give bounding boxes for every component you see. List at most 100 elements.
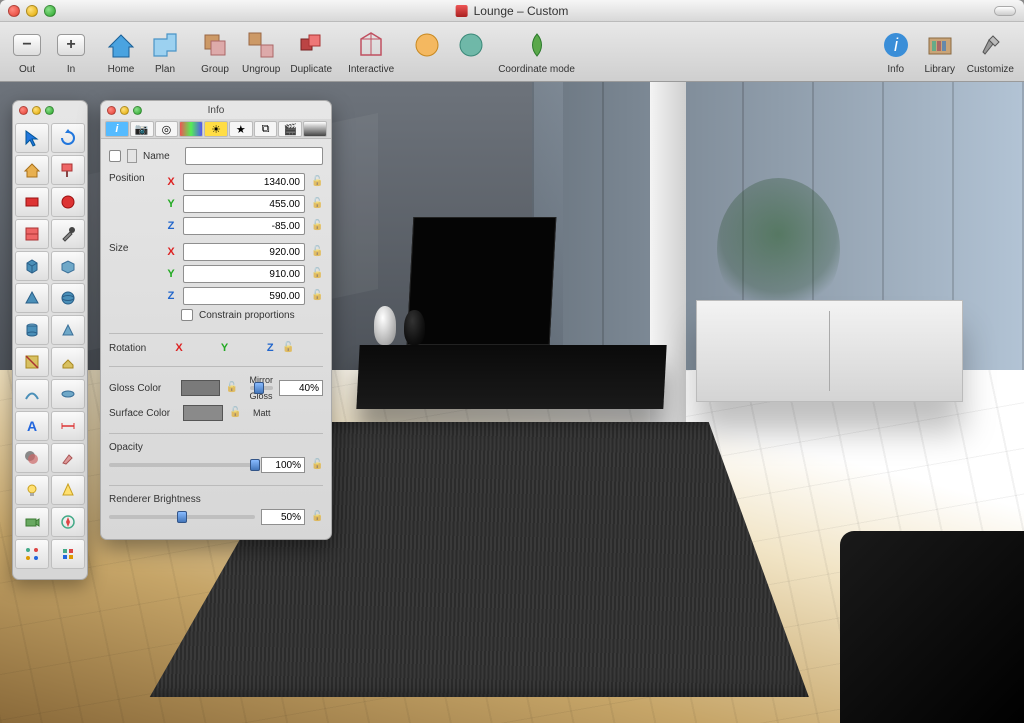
node-tool[interactable] xyxy=(15,539,49,569)
coordinate-mode-button[interactable]: Coordinate mode xyxy=(498,28,575,75)
tab-copy[interactable]: ⧉ xyxy=(254,121,278,137)
lock-icon[interactable]: 🔓 xyxy=(311,290,323,302)
lock-icon[interactable]: 🔓 xyxy=(311,220,323,232)
dimension-tool[interactable] xyxy=(51,411,85,441)
group-button[interactable]: Group xyxy=(198,28,232,75)
house-tool[interactable] xyxy=(15,155,49,185)
surface-color-swatch[interactable] xyxy=(183,405,223,421)
zoom-out-button[interactable]: − Out xyxy=(10,28,44,75)
palette-zoom-button[interactable] xyxy=(45,106,54,115)
tool-palette[interactable]: A xyxy=(12,100,88,580)
compass-tool[interactable] xyxy=(51,507,85,537)
coordinate-teal-button[interactable] xyxy=(454,28,488,75)
opacity-slider[interactable] xyxy=(109,463,255,467)
home-button[interactable]: Home xyxy=(104,28,138,75)
tab-target[interactable]: ◎ xyxy=(155,121,179,137)
paint-tool[interactable] xyxy=(51,155,85,185)
plan-button[interactable]: Plan xyxy=(148,28,182,75)
select-arrow-tool[interactable] xyxy=(15,123,49,153)
tab-info[interactable]: i xyxy=(105,121,129,137)
palette-minimize-button[interactable] xyxy=(32,106,41,115)
position-y-input[interactable] xyxy=(183,195,305,213)
path-tool[interactable] xyxy=(15,379,49,409)
rotation-y-button[interactable]: Y xyxy=(219,342,231,354)
lock-icon[interactable]: 🔓 xyxy=(311,246,323,258)
minimize-window-button[interactable] xyxy=(26,5,38,17)
light-tool[interactable] xyxy=(51,475,85,505)
duplicate-label: Duplicate xyxy=(290,64,332,75)
gloss-slider[interactable] xyxy=(250,386,274,390)
interactive-button[interactable]: Interactive xyxy=(348,28,394,75)
tab-gradient[interactable] xyxy=(303,121,327,137)
position-x-input[interactable] xyxy=(183,173,305,191)
cut-tool[interactable] xyxy=(15,347,49,377)
opacity-pct-input[interactable] xyxy=(261,457,305,473)
box-tool[interactable] xyxy=(51,251,85,281)
lock-icon[interactable] xyxy=(127,149,137,163)
customize-button[interactable]: Customize xyxy=(967,28,1014,75)
camera-tool[interactable] xyxy=(15,507,49,537)
cylinder-tool[interactable] xyxy=(15,315,49,345)
lock-icon[interactable]: 🔓 xyxy=(311,198,323,210)
info-panel[interactable]: Info i 📷 ◎ ☀ ★ ⧉ 🎬 Name Position X🔓 Y🔓 Z… xyxy=(100,100,332,540)
palette-titlebar[interactable] xyxy=(13,101,87,119)
tab-sun[interactable]: ☀ xyxy=(204,121,228,137)
lathe-tool[interactable] xyxy=(51,379,85,409)
size-y-input[interactable] xyxy=(183,265,305,283)
lock-icon[interactable]: 🔓 xyxy=(226,382,238,394)
brush-tool[interactable] xyxy=(51,443,85,473)
snap-tool[interactable] xyxy=(51,539,85,569)
sphere-tool[interactable] xyxy=(51,283,85,313)
info-button[interactable]: i Info xyxy=(879,28,913,75)
axis-x-icon: X xyxy=(165,176,177,188)
lock-icon[interactable]: 🔓 xyxy=(311,459,323,471)
coordinate-orange-button[interactable] xyxy=(410,28,444,75)
brightness-pct-input[interactable] xyxy=(261,509,305,525)
tab-star[interactable]: ★ xyxy=(229,121,253,137)
rotation-x-button[interactable]: X xyxy=(173,342,185,354)
close-window-button[interactable] xyxy=(8,5,20,17)
cone-tool[interactable] xyxy=(15,283,49,313)
constrain-checkbox[interactable] xyxy=(181,309,193,321)
lock-icon[interactable]: 🔓 xyxy=(229,407,241,419)
lock-icon[interactable]: 🔓 xyxy=(311,268,323,280)
position-z-input[interactable] xyxy=(183,217,305,235)
eyedropper-tool[interactable] xyxy=(51,219,85,249)
palette-close-button[interactable] xyxy=(19,106,28,115)
info-zoom-button[interactable] xyxy=(133,106,142,115)
rotate-tool[interactable] xyxy=(51,123,85,153)
rectangle-tool[interactable] xyxy=(15,187,49,217)
lock-icon[interactable]: 🔓 xyxy=(311,176,323,188)
shadow-tool[interactable] xyxy=(15,443,49,473)
info-panel-titlebar[interactable]: Info xyxy=(101,101,331,119)
zoom-in-button[interactable]: + In xyxy=(54,28,88,75)
rotation-z-button[interactable]: Z xyxy=(264,342,276,354)
gloss-pct-input[interactable] xyxy=(279,380,323,396)
info-minimize-button[interactable] xyxy=(120,106,129,115)
text-tool[interactable]: A xyxy=(15,411,49,441)
duplicate-button[interactable]: Duplicate xyxy=(290,28,332,75)
gloss-color-swatch[interactable] xyxy=(181,380,220,396)
name-input[interactable] xyxy=(185,147,323,165)
wall-tool[interactable] xyxy=(15,219,49,249)
tab-palette[interactable] xyxy=(179,121,203,137)
size-x-input[interactable] xyxy=(183,243,305,261)
customize-label: Customize xyxy=(967,64,1014,75)
size-z-input[interactable] xyxy=(183,287,305,305)
zoom-window-button[interactable] xyxy=(44,5,56,17)
brightness-slider[interactable] xyxy=(109,515,255,519)
info-close-button[interactable] xyxy=(107,106,116,115)
ungroup-button[interactable]: Ungroup xyxy=(242,28,280,75)
lock-icon[interactable]: 🔓 xyxy=(311,511,323,523)
tab-camera[interactable]: 📷 xyxy=(130,121,154,137)
toolbar-toggle-pill[interactable] xyxy=(994,6,1016,16)
library-button[interactable]: Library xyxy=(923,28,957,75)
circle-tool[interactable] xyxy=(51,187,85,217)
visibility-checkbox[interactable] xyxy=(109,150,121,162)
extrude-tool[interactable] xyxy=(51,347,85,377)
tab-film[interactable]: 🎬 xyxy=(278,121,302,137)
bulb-tool[interactable] xyxy=(15,475,49,505)
cube-tool[interactable] xyxy=(15,251,49,281)
prism-tool[interactable] xyxy=(51,315,85,345)
lock-icon[interactable]: 🔓 xyxy=(282,342,294,354)
